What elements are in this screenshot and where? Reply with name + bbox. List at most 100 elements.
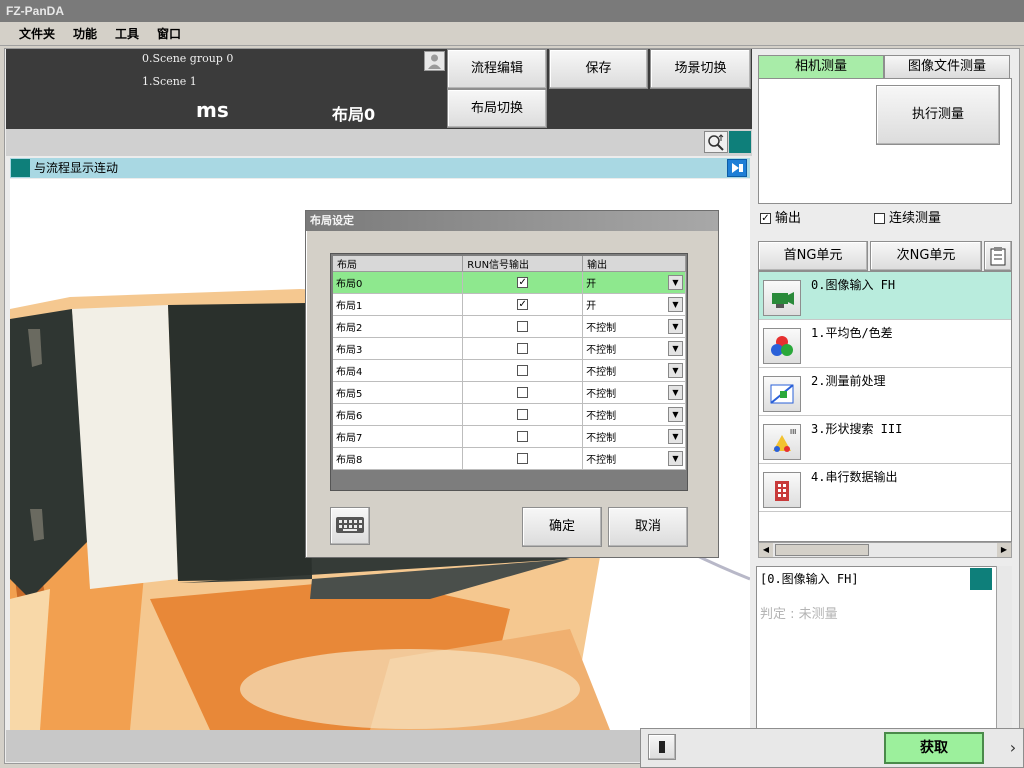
dialog-title: 布局设定 xyxy=(306,211,718,231)
scene-label[interactable]: 1.Scene 1 xyxy=(142,75,197,88)
camera-input-icon xyxy=(763,280,801,316)
ok-button[interactable]: 确定 xyxy=(522,507,602,547)
layout-cell: 布局2 xyxy=(333,315,464,338)
table-row[interactable]: 布局2 不控制 ▼ xyxy=(333,315,686,338)
link-marker xyxy=(11,159,30,177)
run-checkbox[interactable] xyxy=(517,452,529,464)
table-row[interactable]: 布局6 不控制 ▼ xyxy=(333,403,686,426)
time-unit: ms xyxy=(196,98,229,122)
output-value: 不控制 xyxy=(586,455,617,466)
clipboard-icon[interactable] xyxy=(984,241,1012,271)
flow-item-preprocess[interactable]: 2.测量前处理 xyxy=(759,368,1011,416)
flow-label: 4.串行数据输出 xyxy=(811,470,898,484)
chevron-down-icon[interactable]: ▼ xyxy=(668,275,683,290)
output-value: 不控制 xyxy=(586,389,617,400)
user-icon[interactable] xyxy=(424,51,445,71)
menu-function[interactable]: 功能 xyxy=(64,22,106,46)
output-value: 不控制 xyxy=(586,345,617,356)
run-checkbox[interactable] xyxy=(517,364,529,376)
flow-label: 1.平均色/色差 xyxy=(811,326,893,340)
chevron-down-icon[interactable]: ▼ xyxy=(668,407,683,422)
chevron-down-icon[interactable]: ▼ xyxy=(668,297,683,312)
flow-label: 3.形状搜索 III xyxy=(811,422,903,436)
output-value: 开 xyxy=(586,301,597,312)
view-toolbar xyxy=(6,129,752,156)
table-row[interactable]: 布局1 ✓ 开 ▼ xyxy=(333,293,686,316)
run-checkbox[interactable]: ✓ xyxy=(517,298,529,310)
run-checkbox[interactable]: ✓ xyxy=(517,276,529,288)
layout-cell: 布局8 xyxy=(333,447,464,470)
zoom-icon[interactable] xyxy=(704,131,728,153)
flow-edit-button[interactable]: 流程编辑 xyxy=(447,49,547,89)
run-checkbox[interactable] xyxy=(517,320,529,332)
output-value: 不控制 xyxy=(586,411,617,422)
chevron-down-icon[interactable]: ▼ xyxy=(668,341,683,356)
layout-cell: 布局3 xyxy=(333,337,464,360)
next-ng-button[interactable]: 次NG单元 xyxy=(870,241,982,271)
scene-switch-button[interactable]: 场景切换 xyxy=(650,49,751,89)
link-label: 与流程显示连动 xyxy=(34,161,119,175)
layout-cell: 布局7 xyxy=(333,425,464,448)
stop-icon xyxy=(659,741,665,753)
table-row[interactable]: 布局8 不控制 ▼ xyxy=(333,447,686,470)
menu-window[interactable]: 窗口 xyxy=(148,22,190,46)
layout-table-frame: 布局 RUN信号输出 输出 布局0 ✓ 开 ▼ 布局1 ✓ 开 ▼ 布局2 不控制 ▼… xyxy=(330,253,688,491)
flow-scrollbar[interactable]: ◀ ▶ xyxy=(758,542,1012,558)
scroll-thumb[interactable] xyxy=(775,544,869,556)
shape-search-icon: III xyxy=(763,424,801,460)
chevron-down-icon[interactable]: ▼ xyxy=(668,385,683,400)
acquire-button[interactable]: 获取 xyxy=(884,732,984,764)
stop-button[interactable] xyxy=(648,734,676,760)
run-checkbox[interactable] xyxy=(517,408,529,420)
output-value: 开 xyxy=(586,279,597,290)
keyboard-icon xyxy=(336,517,364,533)
detail-scrollbar[interactable] xyxy=(996,566,1012,732)
layout-cell: 布局1 xyxy=(333,293,464,316)
chevron-down-icon[interactable]: ▼ xyxy=(668,451,683,466)
flow-list: 0.图像输入 FH 1.平均色/色差 2.测量前处理 III 3.形状搜索 II… xyxy=(758,271,1012,542)
flow-item-average-color[interactable]: 1.平均色/色差 xyxy=(759,320,1011,368)
detail-panel xyxy=(756,566,1012,732)
layout-cell: 布局5 xyxy=(333,381,464,404)
table-row[interactable]: 布局7 不控制 ▼ xyxy=(333,425,686,448)
flow-item-serial-output[interactable]: 4.串行数据输出 xyxy=(759,464,1011,512)
flow-label: 2.测量前处理 xyxy=(811,374,886,388)
table-row[interactable]: 布局0 ✓ 开 ▼ xyxy=(333,271,686,294)
flow-item-image-input[interactable]: 0.图像输入 FH xyxy=(759,272,1011,320)
chevron-down-icon[interactable]: ▼ xyxy=(668,363,683,378)
flow-label: 0.图像输入 FH xyxy=(811,278,896,292)
output-value: 不控制 xyxy=(586,323,617,334)
scroll-right-icon[interactable]: ▶ xyxy=(997,543,1011,557)
menu-tools[interactable]: 工具 xyxy=(106,22,148,46)
table-row[interactable]: 布局5 不控制 ▼ xyxy=(333,381,686,404)
run-checkbox[interactable] xyxy=(517,430,529,442)
run-checkbox[interactable] xyxy=(517,386,529,398)
tab-image-file-measure[interactable]: 图像文件测量 xyxy=(884,55,1010,79)
layout-table: 布局 RUN信号输出 输出 布局0 ✓ 开 ▼ 布局1 ✓ 开 ▼ 布局2 不控制 ▼… xyxy=(333,256,686,470)
table-row[interactable]: 布局3 不控制 ▼ xyxy=(333,337,686,360)
output-value: 不控制 xyxy=(586,433,617,444)
chevron-down-icon[interactable]: ▼ xyxy=(668,319,683,334)
scene-group-label[interactable]: 0.Scene group 0 xyxy=(142,52,233,65)
play-icon[interactable] xyxy=(727,159,747,177)
cancel-button[interactable]: 取消 xyxy=(608,507,688,547)
save-button[interactable]: 保存 xyxy=(549,49,648,89)
layout-cell: 布局0 xyxy=(333,271,464,294)
run-checkbox[interactable] xyxy=(517,342,529,354)
menu-folder[interactable]: 文件夹 xyxy=(10,22,64,46)
table-row[interactable]: 布局4 不控制 ▼ xyxy=(333,359,686,382)
preprocess-icon xyxy=(763,376,801,412)
continuous-measure-checkbox[interactable]: 连续测量 xyxy=(874,211,941,227)
layout-switch-button[interactable]: 布局切换 xyxy=(447,89,547,128)
first-ng-button[interactable]: 首NG单元 xyxy=(758,241,868,271)
serial-output-icon xyxy=(763,472,801,508)
chevron-down-icon[interactable]: ▼ xyxy=(668,429,683,444)
output-checkbox[interactable]: ✓ 输出 xyxy=(760,211,801,227)
color-circles-icon xyxy=(763,328,801,364)
execute-measure-button[interactable]: 执行测量 xyxy=(876,85,1000,145)
more-icon[interactable]: › xyxy=(1004,736,1022,760)
flow-item-shape-search[interactable]: III 3.形状搜索 III xyxy=(759,416,1011,464)
scroll-left-icon[interactable]: ◀ xyxy=(759,543,773,557)
tab-camera-measure[interactable]: 相机测量 xyxy=(758,55,884,79)
keyboard-button[interactable] xyxy=(330,507,370,545)
